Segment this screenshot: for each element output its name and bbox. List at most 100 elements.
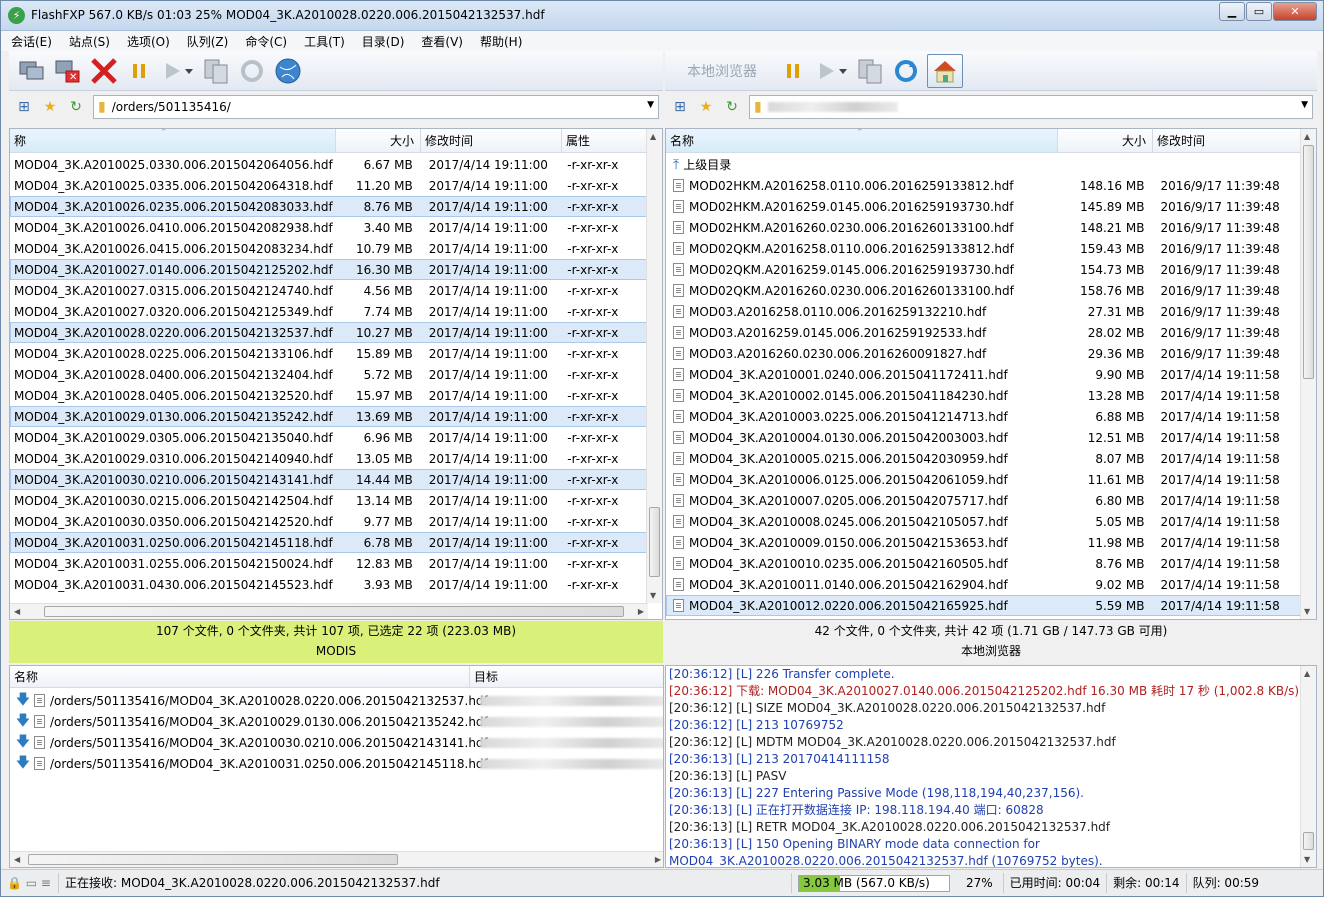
favorites-star-icon[interactable]: ★ <box>39 99 61 115</box>
queue-item[interactable]: 🡇/orders/501135416/MOD04_3K.A2010030.021… <box>10 732 663 753</box>
local-file-row[interactable]: MOD02QKM.A2016258.0110.006.2016259133812… <box>666 238 1302 259</box>
local-scroll-up-icon[interactable]: ▲ <box>1304 132 1310 141</box>
menu-view[interactable]: 查看(V) <box>419 32 465 51</box>
remote-file-row[interactable]: MOD04_3K.A2010028.0405.006.2015042132520… <box>10 385 648 406</box>
local-file-row[interactable]: MOD04_3K.A2010005.0215.006.2015042030959… <box>666 448 1302 469</box>
queue-item[interactable]: 🡇/orders/501135416/MOD04_3K.A2010028.022… <box>10 690 663 711</box>
local-favorites-star-icon[interactable]: ★ <box>695 99 717 115</box>
local-col-name[interactable]: ⌃ 名称 <box>666 129 1058 152</box>
local-file-row[interactable]: MOD04_3K.A2010008.0245.006.2015042105057… <box>666 511 1302 532</box>
remote-file-row[interactable]: MOD04_3K.A2010026.0415.006.2015042083234… <box>10 238 648 259</box>
local-play-dropdown-icon[interactable] <box>837 56 849 86</box>
maximize-button[interactable]: ▭ <box>1246 2 1272 21</box>
remote-file-row[interactable]: MOD04_3K.A2010028.0220.006.2015042132537… <box>10 322 648 343</box>
local-file-row[interactable]: MOD04_3K.A2010010.0235.006.2015042160505… <box>666 553 1302 574</box>
queue-hscroll-thumb[interactable] <box>28 854 398 865</box>
local-file-row[interactable]: MOD04_3K.A2010012.0220.006.2015042165925… <box>666 595 1302 616</box>
remote-file-row[interactable]: MOD04_3K.A2010029.0130.006.2015042135242… <box>10 406 648 427</box>
remote-file-row[interactable]: MOD04_3K.A2010031.0255.006.2015042150024… <box>10 553 648 574</box>
menu-queue[interactable]: 队列(Z) <box>185 32 231 51</box>
local-scroll-thumb[interactable] <box>1303 145 1314 379</box>
remote-file-row[interactable]: MOD04_3K.A2010030.0215.006.2015042142504… <box>10 490 648 511</box>
abort-icon[interactable] <box>89 56 119 86</box>
menu-options[interactable]: 选项(O) <box>125 32 172 51</box>
pause-icon[interactable] <box>125 56 155 86</box>
local-file-row[interactable]: MOD02QKM.A2016260.0230.006.2016260133100… <box>666 280 1302 301</box>
queue-horizontal-scrollbar[interactable]: ◀ ▶ <box>10 851 663 867</box>
local-site-tree-icon[interactable]: ⊞ <box>669 99 691 115</box>
play-icon[interactable] <box>161 56 183 86</box>
local-vertical-scrollbar[interactable]: ▲ ▼ <box>1300 129 1316 619</box>
remote-file-row[interactable]: MOD04_3K.A2010027.0140.006.2015042125202… <box>10 259 648 280</box>
log-scroll-thumb[interactable] <box>1303 832 1314 850</box>
log-vertical-scrollbar[interactable]: ▲ ▼ <box>1300 666 1316 867</box>
local-file-row[interactable]: MOD04_3K.A2010009.0150.006.2015042153653… <box>666 532 1302 553</box>
remote-file-row[interactable]: MOD04_3K.A2010031.0250.006.2015042145118… <box>10 532 648 553</box>
remote-scroll-thumb[interactable] <box>649 507 660 577</box>
remote-vertical-scrollbar[interactable]: ▲ ▼ <box>646 129 662 603</box>
close-button[interactable]: ✕ <box>1273 2 1317 21</box>
local-col-size[interactable]: 大小 <box>1058 129 1153 152</box>
col-time[interactable]: 修改时间 <box>421 129 562 152</box>
col-name[interactable]: ⌃ 称 <box>10 129 336 152</box>
home-icon[interactable] <box>927 53 963 88</box>
menu-sites[interactable]: 站点(S) <box>67 32 112 51</box>
globe-icon[interactable] <box>273 56 303 86</box>
menu-directory[interactable]: 目录(D) <box>360 32 407 51</box>
local-play-icon[interactable] <box>815 56 837 86</box>
transfer-icon[interactable] <box>201 56 231 86</box>
menu-help[interactable]: 帮助(H) <box>478 32 524 51</box>
local-scroll-down-icon[interactable]: ▼ <box>1304 607 1310 616</box>
queue-scroll-left-icon[interactable]: ◀ <box>14 855 20 864</box>
queue-item[interactable]: 🡇 /orders/501135416/MOD04_3K.A2010031.025… <box>10 753 663 774</box>
local-file-row[interactable]: MOD04_3K.A2010003.0225.006.2015041214713… <box>666 406 1302 427</box>
log-scroll-up-icon[interactable]: ▲ <box>1304 669 1310 678</box>
col-size[interactable]: 大小 <box>336 129 421 152</box>
queue-scroll-right-icon[interactable]: ▶ <box>655 855 661 864</box>
local-file-row[interactable]: MOD03.A2016260.0230.006.2016260091827.hd… <box>666 343 1302 364</box>
col-attr[interactable]: 属性 <box>562 129 648 152</box>
connect-icon[interactable] <box>17 56 47 86</box>
local-file-row[interactable]: MOD04_3K.A2010004.0130.006.2015042003003… <box>666 427 1302 448</box>
remote-file-row[interactable]: MOD04_3K.A2010031.0430.006.2015042145523… <box>10 574 648 595</box>
local-pause-icon[interactable] <box>779 56 809 86</box>
remote-file-row[interactable]: MOD04_3K.A2010026.0235.006.2015042083033… <box>10 196 648 217</box>
scroll-up-icon[interactable]: ▲ <box>650 132 656 141</box>
local-transfer-icon[interactable] <box>855 56 885 86</box>
local-go-parent-icon[interactable]: ↻ <box>721 99 743 115</box>
local-file-row[interactable]: MOD04_3K.A2010001.0240.006.2015041172411… <box>666 364 1302 385</box>
remote-file-row[interactable]: MOD04_3K.A2010025.0335.006.2015042064318… <box>10 175 648 196</box>
remote-file-row[interactable]: MOD04_3K.A2010025.0330.006.2015042064056… <box>10 154 648 175</box>
remote-file-row[interactable]: MOD04_3K.A2010029.0310.006.2015042140940… <box>10 448 648 469</box>
menu-commands[interactable]: 命令(C) <box>243 32 289 51</box>
local-col-time[interactable]: 修改时间 <box>1153 129 1302 152</box>
menu-tools[interactable]: 工具(T) <box>302 32 347 51</box>
disconnect-icon[interactable]: ✕ <box>53 56 83 86</box>
local-file-row[interactable]: MOD02QKM.A2016259.0145.006.2016259193730… <box>666 259 1302 280</box>
remote-path-field[interactable]: ▮ /orders/501135416/ ▼ <box>93 95 659 119</box>
remote-file-row[interactable]: MOD04_3K.A2010030.0210.006.2015042143141… <box>10 469 648 490</box>
remote-file-row[interactable]: MOD04_3K.A2010030.0350.006.2015042142520… <box>10 511 648 532</box>
parent-directory-row[interactable]: ⤒ 上级目录 <box>666 154 1302 175</box>
remote-file-row[interactable]: MOD04_3K.A2010027.0315.006.2015042124740… <box>10 280 648 301</box>
go-parent-icon[interactable]: ↻ <box>65 99 87 115</box>
queue-item[interactable]: 🡇/orders/501135416/MOD04_3K.A2010029.013… <box>10 711 663 732</box>
local-file-row[interactable]: MOD03.A2016258.0110.006.2016259132210.hd… <box>666 301 1302 322</box>
scroll-down-icon[interactable]: ▼ <box>650 591 656 600</box>
log-scroll-down-icon[interactable]: ▼ <box>1304 855 1310 864</box>
remote-file-row[interactable]: MOD04_3K.A2010029.0305.006.2015042135040… <box>10 427 648 448</box>
remote-file-row[interactable]: MOD04_3K.A2010027.0320.006.2015042125349… <box>10 301 648 322</box>
refresh-icon[interactable] <box>237 56 267 86</box>
scroll-left-icon[interactable]: ◀ <box>14 607 20 616</box>
scroll-right-icon[interactable]: ▶ <box>638 607 644 616</box>
local-file-row[interactable]: MOD04_3K.A2010006.0125.006.2015042061059… <box>666 469 1302 490</box>
local-refresh-icon[interactable] <box>891 56 921 86</box>
minimize-button[interactable]: ▁ <box>1219 2 1245 21</box>
remote-file-row[interactable]: MOD04_3K.A2010026.0410.006.2015042082938… <box>10 217 648 238</box>
remote-file-row[interactable]: MOD04_3K.A2010028.0400.006.2015042132404… <box>10 364 648 385</box>
local-file-row[interactable]: MOD02HKM.A2016259.0145.006.2016259193730… <box>666 196 1302 217</box>
remote-horizontal-scrollbar[interactable]: ◀ ▶ <box>10 603 648 619</box>
play-dropdown-icon[interactable] <box>183 56 195 86</box>
local-file-row[interactable]: MOD04_3K.A2010002.0145.006.2015041184230… <box>666 385 1302 406</box>
local-file-row[interactable]: MOD02HKM.A2016258.0110.006.2016259133812… <box>666 175 1302 196</box>
